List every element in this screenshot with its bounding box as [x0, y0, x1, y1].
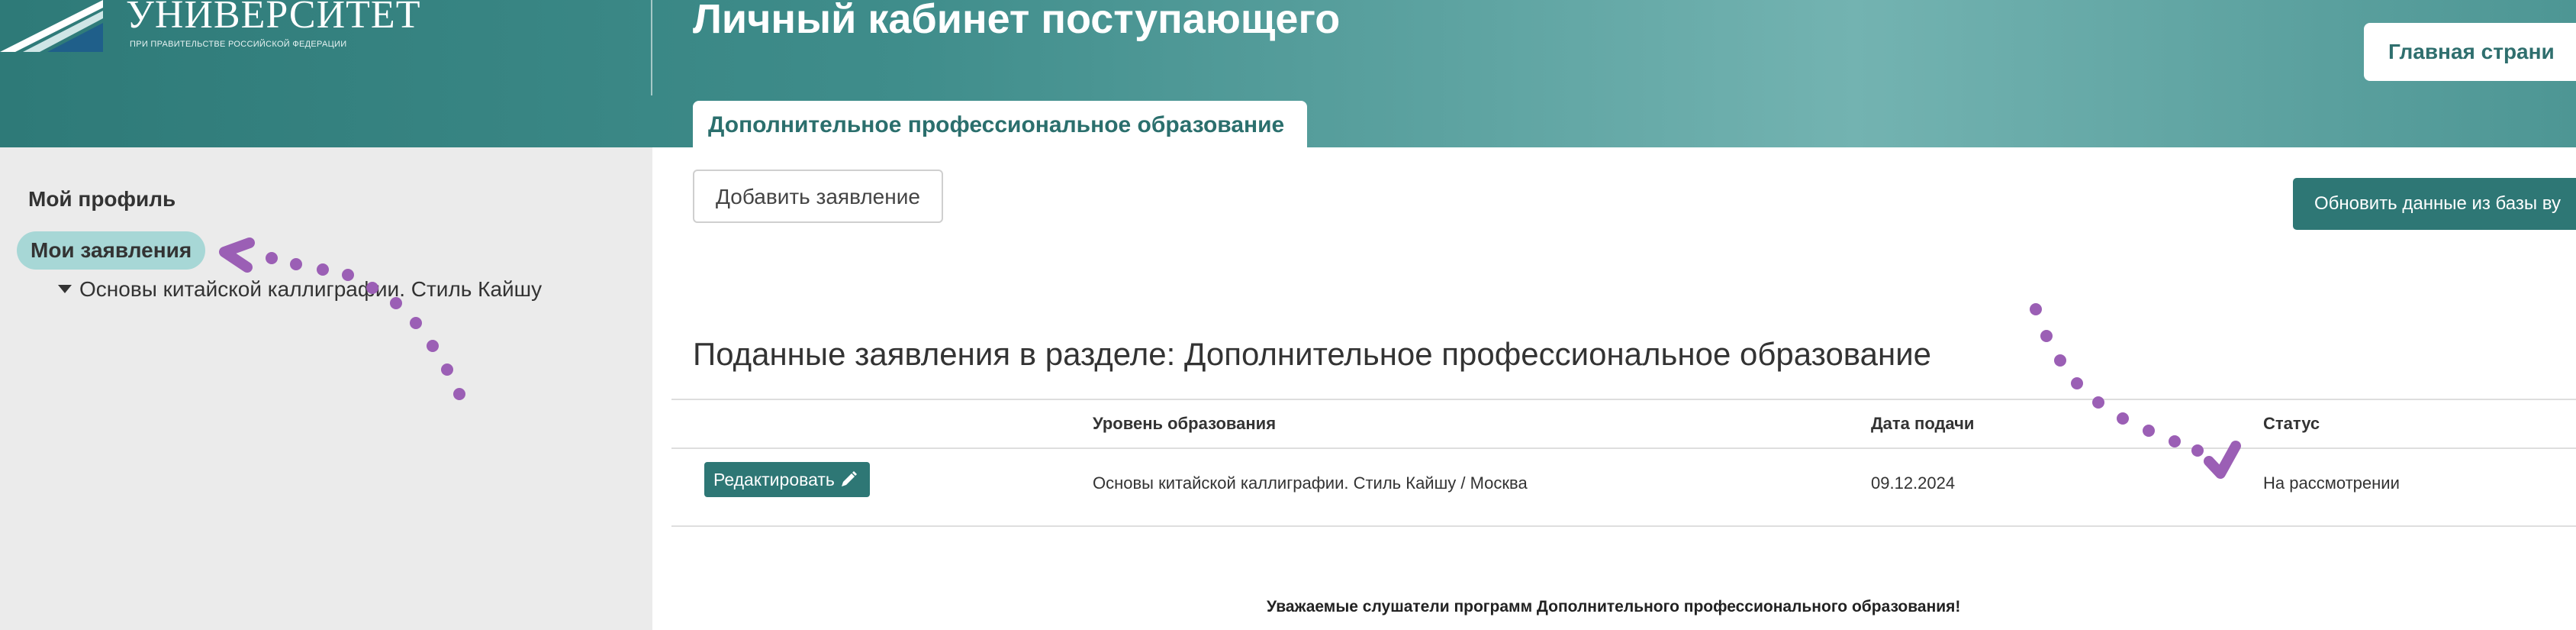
logo-title: УНИВЕРСИТЕТ	[126, 0, 421, 37]
tab-additional-education[interactable]: Дополнительное профессиональное образова…	[693, 101, 1308, 147]
sidebar-item-applications[interactable]: Мои заявления	[17, 231, 206, 270]
sidebar: Мой профиль Мои заявления Основы китайск…	[0, 147, 652, 630]
refresh-data-button[interactable]: Обновить данные из базы ву	[2293, 178, 2576, 230]
sidebar-subitem-application[interactable]: Основы китайской каллиграфии. Стиль Кайш…	[58, 277, 542, 302]
edit-application-button[interactable]: Редактировать	[704, 462, 870, 497]
pencil-icon	[841, 470, 857, 486]
page-title: Личный кабинет поступающего	[693, 0, 1341, 42]
cell-date: 09.12.2024	[1871, 473, 1956, 493]
caret-down-icon	[58, 285, 72, 294]
table-row-divider	[671, 525, 2576, 527]
university-logo[interactable]: УНИВЕРСИТЕТ ПРИ ПРАВИТЕЛЬСТВЕ РОССИЙСКОЙ…	[0, 0, 427, 69]
column-header-level: Уровень образования	[1093, 414, 1277, 433]
sidebar-item-profile[interactable]: Мой профиль	[28, 187, 175, 212]
table-top-divider	[671, 399, 2576, 400]
logo-mark-icon	[0, 0, 103, 52]
cell-status: На рассмотрении	[2263, 473, 2400, 493]
column-header-status: Статус	[2263, 414, 2320, 433]
logo-subtitle: ПРИ ПРАВИТЕЛЬСТВЕ РОССИЙСКОЙ ФЕДЕРАЦИИ	[130, 40, 347, 49]
cell-level: Основы китайской каллиграфии. Стиль Кайш…	[1093, 473, 1528, 493]
edit-button-label: Редактировать	[713, 470, 835, 489]
table-header-divider	[671, 447, 2576, 449]
column-header-date: Дата подачи	[1871, 414, 1975, 433]
header: УНИВЕРСИТЕТ ПРИ ПРАВИТЕЛЬСТВЕ РОССИЙСКОЙ…	[0, 0, 2576, 147]
home-page-button[interactable]: Главная страни	[2364, 23, 2576, 81]
add-application-button[interactable]: Добавить заявление	[693, 170, 943, 223]
notice-heading: Уважаемые слушатели программ Дополнитель…	[1267, 598, 1961, 615]
header-divider	[651, 0, 652, 95]
sidebar-subitem-label: Основы китайской каллиграфии. Стиль Кайш…	[79, 277, 543, 301]
section-heading: Поданные заявления в разделе: Дополнител…	[693, 336, 1932, 372]
